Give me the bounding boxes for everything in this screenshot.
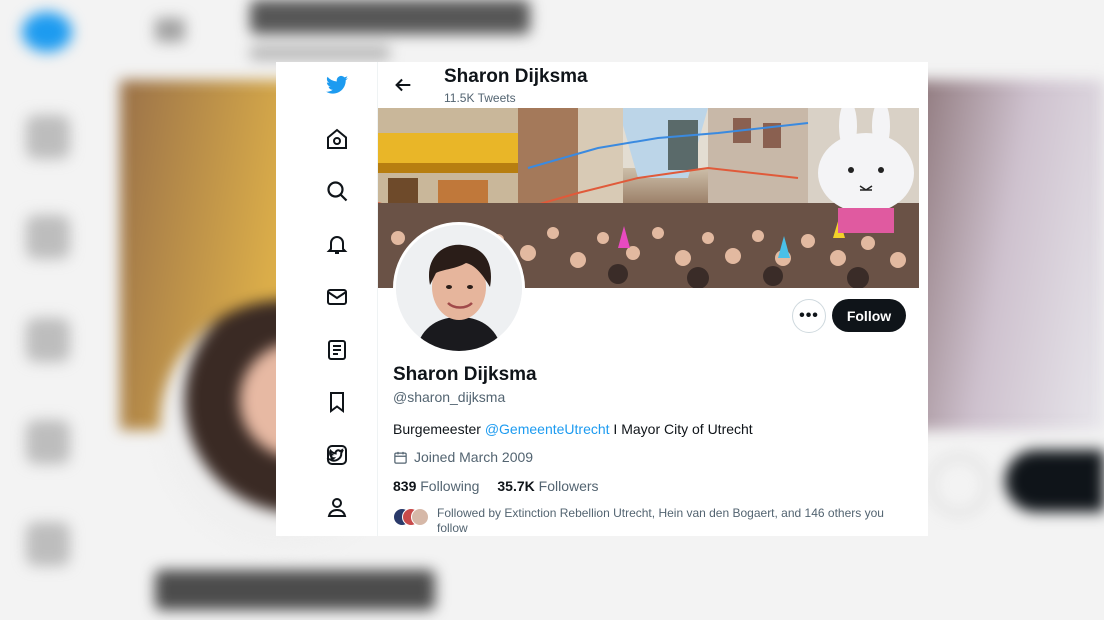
- bookmark-icon[interactable]: [324, 389, 350, 415]
- followers-label: Followers: [538, 478, 599, 494]
- joined-date: Joined March 2009: [393, 449, 533, 465]
- following-link[interactable]: 839 Following: [393, 478, 479, 494]
- profile-avatar[interactable]: [393, 222, 525, 354]
- follow-button[interactable]: Follow: [832, 299, 906, 332]
- profile-name: Sharon Dijksma: [393, 364, 537, 385]
- search-icon[interactable]: [324, 178, 350, 204]
- blurred-icon: [26, 420, 70, 464]
- followers-count: 35.7K: [497, 478, 535, 494]
- blurred-subtitle: [250, 46, 390, 60]
- profile-header: Sharon Dijksma 11.5K Tweets: [378, 62, 928, 108]
- home-icon[interactable]: [324, 126, 350, 152]
- twitter-blue-icon[interactable]: [324, 442, 350, 468]
- follow-stats: 839 Following 35.7K Followers: [393, 478, 599, 494]
- blurred-bird: [22, 12, 72, 52]
- blurred-name: [155, 570, 435, 610]
- joined-text: Joined March 2009: [414, 449, 534, 465]
- followed-by-row[interactable]: Followed by Extinction Rebellion Utrecht…: [393, 506, 903, 536]
- blurred-icon: [26, 115, 70, 159]
- profile-card: Sharon Dijksma 11.5K Tweets ••• Follow S…: [276, 62, 928, 536]
- sidebar-nav: [276, 62, 378, 536]
- calendar-icon: [394, 451, 407, 464]
- lists-icon[interactable]: [324, 337, 350, 363]
- profile-handle: @sharon_dijksma: [393, 389, 506, 405]
- profile-bio: Burgemeester @GemeenteUtrecht I Mayor Ci…: [393, 421, 753, 437]
- bio-text-prefix: Burgemeester: [393, 421, 485, 437]
- blurred-icon: [26, 318, 70, 362]
- followed-by-avatars: [393, 508, 429, 526]
- header-name: Sharon Dijksma: [444, 66, 588, 87]
- header-tweet-count: 11.5K Tweets: [444, 91, 516, 105]
- bell-icon[interactable]: [324, 231, 350, 257]
- blurred-more: [930, 456, 988, 514]
- bio-mention-link[interactable]: @GemeenteUtrecht: [485, 421, 610, 437]
- back-arrow-icon[interactable]: [392, 74, 414, 96]
- twitter-bird-icon[interactable]: [324, 72, 350, 98]
- blurred-icon: [26, 522, 70, 566]
- blurred-icon: [26, 215, 70, 259]
- mail-icon[interactable]: [324, 284, 350, 310]
- following-label: Following: [420, 478, 480, 494]
- followers-link[interactable]: 35.7K Followers: [497, 478, 598, 494]
- blurred-title: [250, 0, 530, 34]
- profile-icon[interactable]: [324, 494, 350, 520]
- more-options-button[interactable]: •••: [792, 299, 826, 333]
- following-count: 839: [393, 478, 417, 494]
- mini-avatar: [411, 508, 429, 526]
- profile-main: Sharon Dijksma 11.5K Tweets ••• Follow S…: [378, 62, 928, 536]
- blurred-follow: [1005, 450, 1104, 512]
- bio-text-suffix: I Mayor City of Utrecht: [609, 421, 753, 437]
- blurred-back: [155, 18, 185, 42]
- followed-by-text: Followed by Extinction Rebellion Utrecht…: [437, 506, 884, 535]
